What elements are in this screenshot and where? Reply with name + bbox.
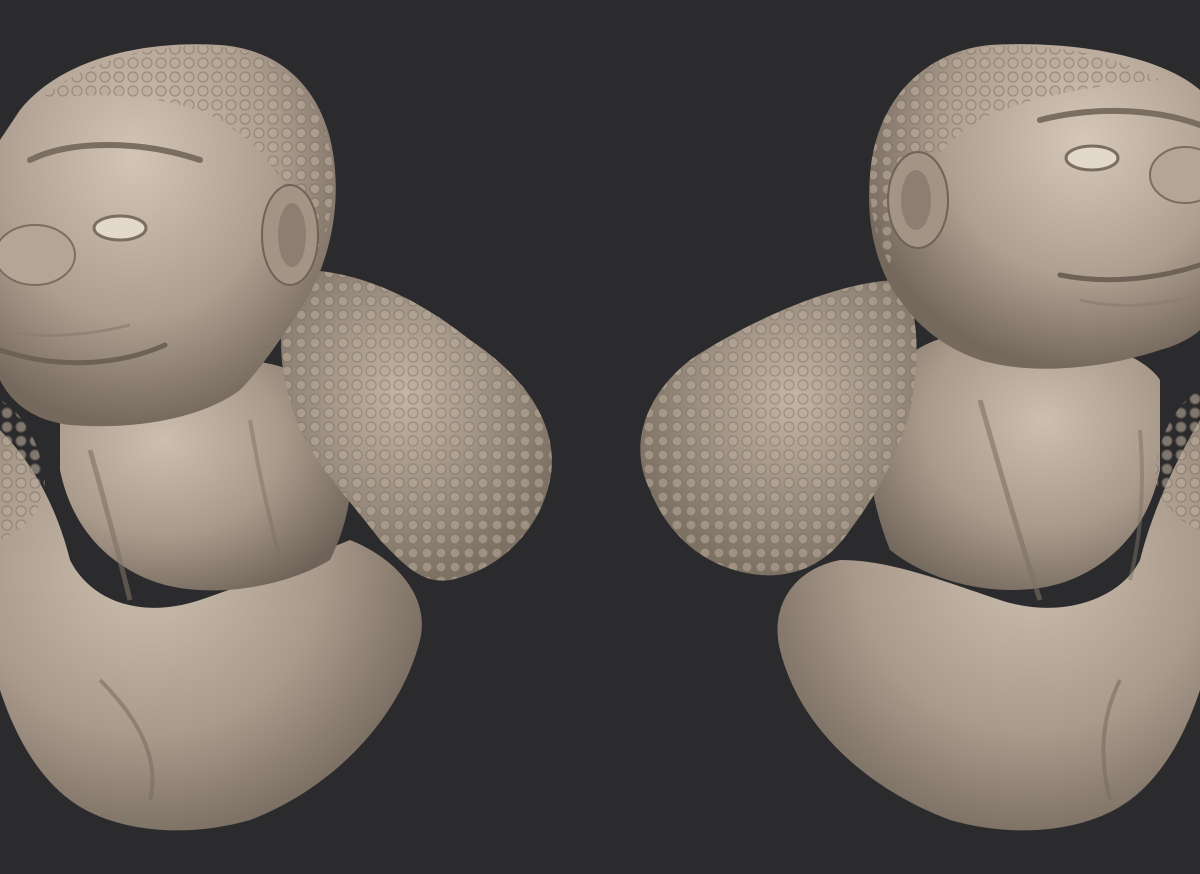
bust-nose: [0, 224, 76, 286]
bust-eye: [1064, 144, 1120, 172]
sculpt-bust-icon: [0, 44, 552, 831]
sculpt-render-canvas: [0, 0, 1200, 874]
sculpt-view-left: [0, 0, 600, 874]
bust-eye: [92, 214, 148, 242]
sculpt-bust-icon: [640, 44, 1200, 831]
sculpt-view-right: [600, 0, 1200, 874]
